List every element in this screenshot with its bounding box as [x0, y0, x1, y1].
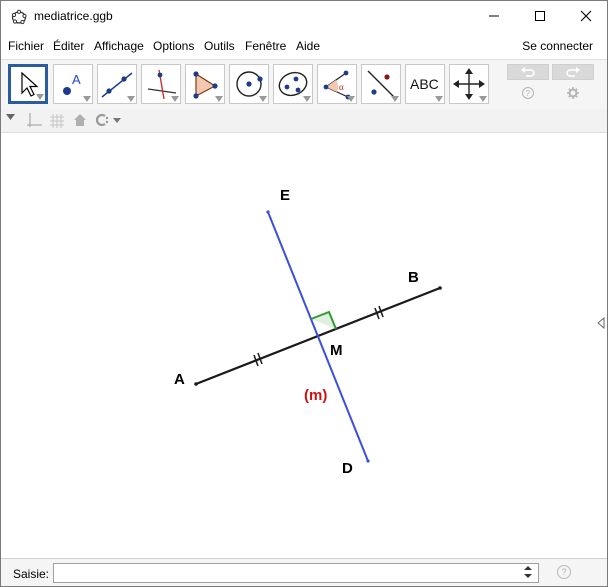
sign-in-link[interactable]: Se connecter [522, 39, 593, 53]
point-e-dot [266, 210, 270, 214]
grid-icon[interactable] [49, 113, 65, 129]
undo-button[interactable] [507, 64, 549, 80]
geometry-canvas[interactable] [2, 134, 598, 558]
perpendicular-tool-button[interactable] [141, 64, 181, 104]
close-button[interactable] [563, 1, 608, 31]
geogebra-logo-icon [11, 9, 27, 25]
settings-gear-icon[interactable] [566, 86, 580, 100]
input-bar: Saisie: ? [1, 558, 607, 586]
redo-icon [566, 67, 580, 77]
label-b[interactable]: B [408, 269, 419, 286]
line-tool-button[interactable] [97, 64, 137, 104]
point-d-dot [366, 459, 370, 463]
menu-aide[interactable]: Aide [296, 39, 320, 53]
menu-bar: Fichier Éditer Affichage Options Outils … [1, 35, 607, 57]
label-a[interactable]: A [174, 371, 185, 388]
close-icon [580, 10, 592, 22]
label-d[interactable]: D [342, 460, 353, 477]
move-graphics-tool-button[interactable] [449, 64, 489, 104]
axes-icon[interactable] [25, 112, 43, 130]
minimize-icon [489, 15, 499, 17]
label-e[interactable]: E [280, 187, 290, 204]
point-tool-button[interactable]: A [53, 64, 93, 104]
perpendicular-bisector-m[interactable] [267, 211, 369, 462]
stylebar-toggle-icon[interactable] [6, 113, 16, 121]
menu-options[interactable]: Options [153, 39, 194, 53]
menu-fichier[interactable]: Fichier [8, 39, 44, 53]
minimize-button[interactable] [471, 1, 517, 31]
menu-editer[interactable]: Éditer [53, 39, 84, 53]
redo-button[interactable] [552, 64, 594, 80]
tool-menu-arrow [36, 94, 44, 100]
reflect-tool-button[interactable] [361, 64, 401, 104]
input-history-dropdown-icon[interactable] [523, 565, 533, 579]
move-tool-button[interactable] [8, 64, 48, 104]
help-icon[interactable]: ? [521, 86, 535, 100]
maximize-button[interactable] [517, 1, 563, 31]
svg-text:ABC: ABC [410, 76, 439, 92]
svg-text:α: α [339, 82, 344, 92]
label-bisector-m[interactable]: (m) [304, 387, 327, 404]
menu-outils[interactable]: Outils [204, 39, 235, 53]
maximize-icon [535, 11, 545, 21]
style-bar [1, 109, 607, 133]
menu-fenetre[interactable]: Fenêtre [245, 39, 286, 53]
text-tool-button[interactable]: ABC [405, 64, 445, 104]
undo-icon [521, 67, 535, 77]
input-help-icon[interactable]: ? [557, 565, 571, 579]
graphics-view[interactable]: E B M A (m) D [2, 134, 598, 558]
svg-text:A: A [72, 72, 81, 87]
circle-tool-button[interactable] [229, 64, 269, 104]
point-b-dot [438, 286, 442, 290]
app-window: mediatrice.ggb Fichier Éditer Affichage … [0, 0, 608, 587]
polygon-tool-button[interactable] [185, 64, 225, 104]
point-capture-icon[interactable] [95, 113, 125, 127]
conic-tool-button[interactable] [273, 64, 313, 104]
command-input[interactable] [53, 563, 539, 583]
label-m[interactable]: M [330, 342, 343, 359]
input-label: Saisie: [13, 567, 50, 581]
menu-affichage[interactable]: Affichage [94, 39, 144, 53]
collapse-panel-arrow-icon[interactable] [597, 317, 605, 329]
window-title: mediatrice.ggb [34, 9, 113, 23]
svg-text:?: ? [526, 89, 531, 98]
toolbar: A α ABC ? [1, 59, 607, 109]
title-bar: mediatrice.ggb [1, 1, 607, 33]
home-icon[interactable] [73, 113, 87, 127]
point-a-dot [194, 382, 198, 386]
angle-tool-button[interactable]: α [317, 64, 357, 104]
